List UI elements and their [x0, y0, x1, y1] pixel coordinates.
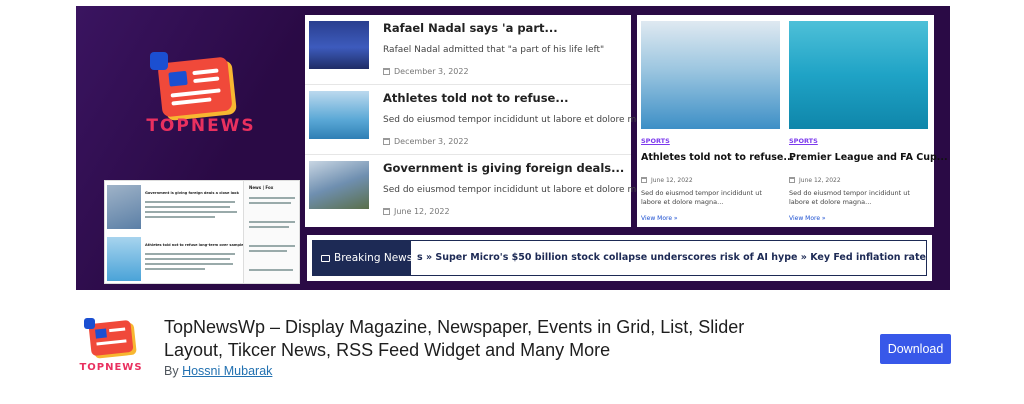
list-item-excerpt: Sed do eiusmod tempor incididunt ut labo… — [383, 115, 668, 125]
mini-item-title: Government is giving foreign deals a clo… — [145, 191, 239, 195]
card-date: June 12, 2022 — [789, 177, 841, 184]
news-grid-widget: SPORTS Athletes told not to refuse... Ju… — [637, 15, 948, 227]
card-category[interactable]: SPORTS — [789, 137, 818, 145]
view-more-link[interactable]: View More » — [789, 215, 826, 222]
calendar-icon — [383, 208, 390, 215]
card-title[interactable]: Athletes told not to refuse... — [641, 152, 794, 163]
calendar-icon — [789, 177, 795, 183]
plugin-banner: TOPNEWS Government is giving foreign dea… — [76, 6, 950, 290]
plugin-author: By Hossni Mubarak — [164, 364, 273, 378]
plugin-title: TopNewsWp – Display Magazine, Newspaper,… — [164, 317, 745, 360]
calendar-icon — [383, 138, 390, 145]
list-item-title[interactable]: Athletes told not to refuse... — [383, 91, 568, 105]
mini-layout-preview: Government is giving foreign deals a clo… — [104, 180, 300, 284]
list-item-excerpt: Sed do eiusmod tempor incididunt ut labo… — [383, 185, 668, 195]
mini-thumb-flags — [107, 185, 141, 229]
mini-thumb-athletes — [107, 237, 141, 281]
breaking-news-label: Breaking News — [313, 241, 412, 275]
download-button[interactable]: Download — [880, 334, 951, 364]
news-ticker: Breaking News s » Super Micro's $50 bill… — [305, 233, 934, 283]
calendar-icon — [383, 68, 390, 75]
plugin-icon: TOPNEWS — [76, 318, 146, 374]
list-item-excerpt: Rafael Nadal admitted that "a part of hi… — [383, 45, 605, 55]
card-excerpt: Sed do eiusmod tempor incididunt ut labo… — [789, 189, 910, 206]
card-title[interactable]: Premier League and FA Cup... — [789, 152, 948, 163]
author-link[interactable]: Hossni Mubarak — [182, 364, 272, 378]
list-item[interactable]: Rafael Nadal says 'a part... Rafael Nada… — [305, 15, 631, 85]
list-item-date: December 3, 2022 — [383, 67, 469, 76]
list-item[interactable]: Government is giving foreign deals... Se… — [305, 155, 667, 225]
grid-card[interactable]: SPORTS Premier League and FA Cup... June… — [785, 15, 948, 227]
calendar-icon — [641, 177, 647, 183]
card-date: June 12, 2022 — [641, 177, 693, 184]
card-image-football — [789, 21, 928, 129]
ticker-bar: Breaking News s » Super Micro's $50 bill… — [312, 240, 927, 276]
list-item[interactable]: Athletes told not to refuse... Sed do ei… — [305, 85, 667, 155]
list-item-title[interactable]: Government is giving foreign deals... — [383, 161, 624, 175]
mini-sidebar-title: News | Fox — [249, 185, 274, 190]
grid-card[interactable]: SPORTS Athletes told not to refuse... Ju… — [637, 15, 794, 227]
list-thumb-athletes — [309, 91, 369, 139]
plugin-icon-brand: TOPNEWS — [79, 362, 143, 373]
list-item-date: December 3, 2022 — [383, 137, 469, 146]
list-item-title[interactable]: Rafael Nadal says 'a part... — [383, 21, 558, 35]
card-category[interactable]: SPORTS — [641, 137, 670, 145]
banner-brand-text: TOPNEWS — [146, 116, 256, 136]
tv-icon — [321, 255, 330, 262]
ticker-headlines[interactable]: s » Super Micro's $50 billion stock coll… — [417, 241, 926, 275]
view-more-link[interactable]: View More » — [641, 215, 678, 222]
news-list-widget: Rafael Nadal says 'a part... Rafael Nada… — [305, 15, 667, 227]
list-item-date: June 12, 2022 — [383, 207, 450, 216]
card-image-athletes — [641, 21, 780, 129]
card-excerpt: Sed do eiusmod tempor incididunt ut labo… — [641, 189, 762, 206]
list-thumb-tennis — [309, 21, 369, 69]
newspaper-icon — [88, 319, 134, 357]
list-thumb-flags — [309, 161, 369, 209]
